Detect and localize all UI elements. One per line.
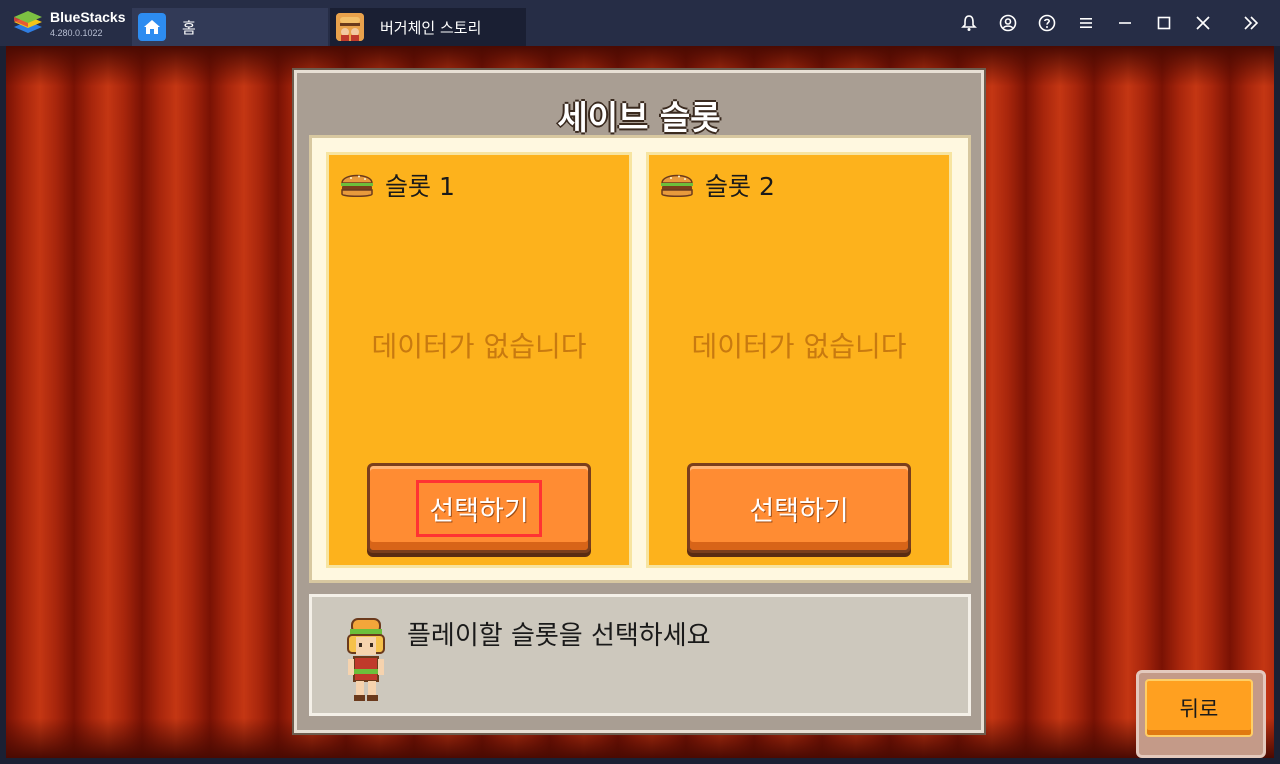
tab-game-label: 버거체인 스토리 bbox=[380, 18, 482, 37]
slot-status: 데이터가 없습니다 bbox=[691, 330, 907, 363]
titlebar-controls bbox=[949, 0, 1280, 46]
select-slot-1-button[interactable]: 선택하기 bbox=[367, 463, 591, 553]
slot-header: 슬롯 2 bbox=[659, 167, 775, 203]
save-slot-2: 슬롯 2 데이터가 없습니다 선택하기 bbox=[646, 152, 952, 568]
bell-icon[interactable] bbox=[949, 0, 988, 46]
select-button-label: 선택하기 bbox=[749, 495, 849, 527]
menu-icon[interactable] bbox=[1066, 0, 1105, 46]
game-viewport: 세이브 슬롯 슬롯 1 데이터가 없습니다 선택하기 슬롯 2 데이터가 없습니… bbox=[6, 46, 1274, 758]
slot-label: 슬롯 1 bbox=[385, 172, 455, 201]
back-button[interactable]: 뒤로 bbox=[1145, 679, 1253, 737]
instruction-message: 플레이할 슬롯을 선택하세요 bbox=[407, 621, 711, 651]
tab-home[interactable]: 홈 bbox=[132, 8, 328, 46]
select-button-label: 선택하기 bbox=[416, 479, 542, 537]
expand-sidebar-icon[interactable] bbox=[1222, 0, 1280, 46]
slot-status: 데이터가 없습니다 bbox=[371, 330, 587, 363]
burger-icon bbox=[661, 174, 693, 197]
close-icon[interactable] bbox=[1183, 0, 1222, 46]
tab-burger-chain-story[interactable]: 버거체인 스토리 bbox=[330, 8, 526, 46]
save-slot-panel: 세이브 슬롯 슬롯 1 데이터가 없습니다 선택하기 슬롯 2 데이터가 없습니… bbox=[294, 70, 984, 733]
slot-header: 슬롯 1 bbox=[339, 167, 455, 203]
app-version: 4.280.0.1022 bbox=[50, 28, 103, 38]
tab-home-label: 홈 bbox=[182, 18, 196, 37]
game-thumbnail-icon bbox=[336, 13, 364, 41]
help-icon[interactable] bbox=[1027, 0, 1066, 46]
message-box: 플레이할 슬롯을 선택하세요 bbox=[309, 594, 971, 716]
bluestacks-logo bbox=[14, 11, 42, 33]
window-titlebar: BlueStacks 4.280.0.1022 홈 버거체인 스토리 bbox=[0, 0, 1280, 46]
back-button-label: 뒤로 bbox=[1179, 697, 1219, 721]
account-icon[interactable] bbox=[988, 0, 1027, 46]
save-slot-1: 슬롯 1 데이터가 없습니다 선택하기 bbox=[326, 152, 632, 568]
home-icon bbox=[138, 13, 166, 41]
maximize-icon[interactable] bbox=[1144, 0, 1183, 46]
minimize-icon[interactable] bbox=[1105, 0, 1144, 46]
back-button-frame: 뒤로 bbox=[1136, 670, 1266, 758]
slot-label: 슬롯 2 bbox=[705, 172, 775, 201]
chef-character-sprite bbox=[347, 618, 385, 701]
panel-title: 세이브 슬롯 bbox=[557, 98, 721, 137]
slots-container: 슬롯 1 데이터가 없습니다 선택하기 슬롯 2 데이터가 없습니다 선택하기 bbox=[309, 135, 971, 583]
app-name: BlueStacks bbox=[50, 9, 126, 25]
select-slot-2-button[interactable]: 선택하기 bbox=[687, 463, 911, 553]
burger-icon bbox=[341, 174, 373, 197]
